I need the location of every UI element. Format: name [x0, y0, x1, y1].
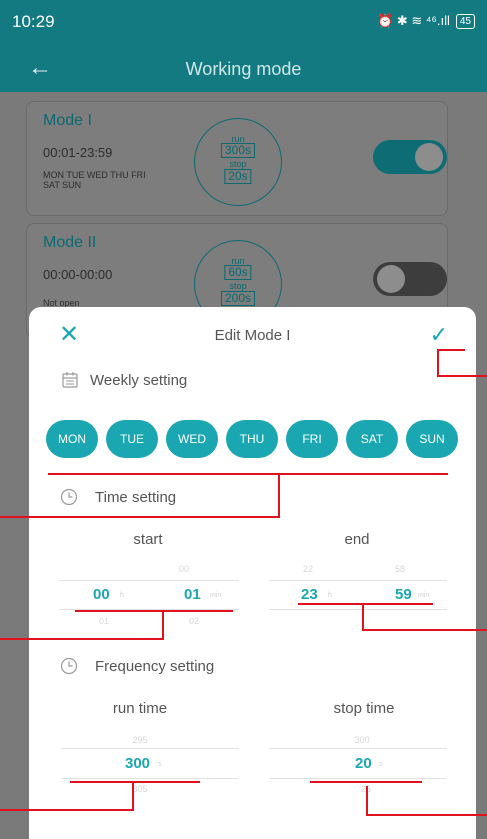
start-label: start	[133, 531, 163, 548]
mode-toggle[interactable]	[373, 262, 447, 296]
mode-name: Mode I	[43, 112, 92, 129]
status-icons: ⏰ ✱ ≋ ⁴⁶.ıll 45	[377, 13, 475, 29]
day-sun[interactable]: SUN	[406, 420, 458, 458]
picker-divider	[59, 580, 239, 581]
start-min-unit: min	[210, 592, 222, 599]
end-hour-prev: 22	[302, 564, 313, 574]
weekly-setting-title: Weekly setting	[90, 372, 188, 389]
calendar-icon	[62, 372, 78, 388]
mode-card-1[interactable]: Mode I 00:01-23:59 MON TUE WED THU FRI S…	[26, 101, 448, 216]
mode-toggle[interactable]	[373, 140, 447, 174]
picker-divider	[61, 778, 239, 779]
annotation-line	[437, 375, 487, 377]
stop-value: 20s	[224, 169, 252, 184]
stop-time-value[interactable]: 20	[355, 755, 372, 772]
picker-divider	[269, 778, 447, 779]
time-setting-title: Time setting	[95, 489, 177, 506]
start-min-prev: 00	[178, 564, 189, 574]
annotation-line	[310, 781, 422, 783]
end-min-prev: 58	[394, 564, 405, 574]
status-time: 10:29	[12, 12, 55, 31]
annotation-line	[75, 610, 233, 612]
start-min-value[interactable]: 01	[184, 586, 201, 603]
stop-label: stop	[229, 159, 247, 169]
clock-icon	[60, 657, 78, 675]
stop-label: stop	[229, 281, 247, 291]
status-indicator-icons: ⏰ ✱ ≋ ⁴⁶.ıll	[377, 13, 450, 28]
annotation-line	[437, 349, 439, 376]
day-sat[interactable]: SAT	[346, 420, 398, 458]
weekday-selector: MON TUE WED THU FRI SAT SUN	[46, 420, 458, 458]
app-bar: ← Working mode	[0, 46, 487, 92]
end-label: end	[344, 531, 370, 548]
annotation-line	[362, 603, 364, 631]
stop-value: 200s	[220, 291, 256, 306]
mode-time-range: 00:01-23:59	[43, 145, 113, 160]
end-min-value[interactable]: 59	[395, 586, 412, 603]
end-hour-unit: h	[328, 592, 332, 599]
annotation-line	[362, 629, 487, 631]
clock-icon	[60, 488, 78, 506]
start-min-next: 02	[188, 616, 199, 626]
picker-divider	[61, 748, 239, 749]
annotation-line	[162, 610, 164, 640]
toggle-knob	[377, 265, 405, 293]
run-time-label: run time	[112, 700, 168, 717]
annotation-line	[48, 473, 448, 475]
annotation-line	[0, 516, 280, 518]
picker-divider	[269, 748, 447, 749]
mode-cycle-circle: run 300s stop 20s	[194, 118, 282, 206]
annotation-line	[366, 786, 368, 816]
edit-mode-sheet: ✕ Edit Mode I ✓ Weekly setting MON TUE W…	[29, 307, 476, 839]
stop-prev: 300	[354, 735, 370, 745]
annotation-line	[278, 473, 280, 518]
annotation-line	[366, 814, 487, 816]
end-min-unit: min	[418, 592, 430, 599]
picker-divider	[269, 609, 447, 610]
stop-time-unit: s	[379, 761, 383, 768]
annotation-line	[0, 809, 134, 811]
run-value: 60s	[224, 265, 252, 280]
sheet-title: Edit Mode I	[214, 327, 291, 344]
annotation-line	[132, 781, 134, 811]
day-thu[interactable]: THU	[226, 420, 278, 458]
toggle-knob	[415, 143, 443, 171]
start-hour-unit: h	[120, 592, 124, 599]
mode-time-range: 00:00-00:00	[43, 267, 113, 282]
day-wed[interactable]: WED	[166, 420, 218, 458]
end-hour-value[interactable]: 23	[301, 586, 318, 603]
run-time-value[interactable]: 300	[125, 755, 150, 772]
stop-time-label: stop time	[333, 700, 395, 717]
page-title: Working mode	[185, 59, 302, 79]
picker-divider	[269, 580, 447, 581]
annotation-line	[70, 781, 200, 783]
start-hour-next: 01	[98, 616, 109, 626]
status-bar: 10:29 ⏰ ✱ ≋ ⁴⁶.ıll 45	[0, 0, 487, 46]
frequency-setting-title: Frequency setting	[95, 658, 215, 675]
annotation-line	[298, 603, 433, 605]
day-tue[interactable]: TUE	[106, 420, 158, 458]
start-hour-value[interactable]: 00	[93, 586, 110, 603]
run-value: 300s	[220, 143, 256, 158]
run-next: 305	[132, 784, 148, 794]
battery-icon: 45	[455, 13, 475, 29]
run-time-unit: s	[158, 761, 162, 768]
mode-name: Mode II	[43, 234, 97, 251]
annotation-line	[0, 638, 164, 640]
annotation-line	[437, 349, 465, 351]
day-mon[interactable]: MON	[46, 420, 98, 458]
day-fri[interactable]: FRI	[286, 420, 338, 458]
confirm-check-icon[interactable]: ✓	[430, 323, 448, 347]
mode-days: MON TUE WED THU FRI SAT SUN	[43, 170, 146, 190]
run-prev: 295	[132, 735, 148, 745]
